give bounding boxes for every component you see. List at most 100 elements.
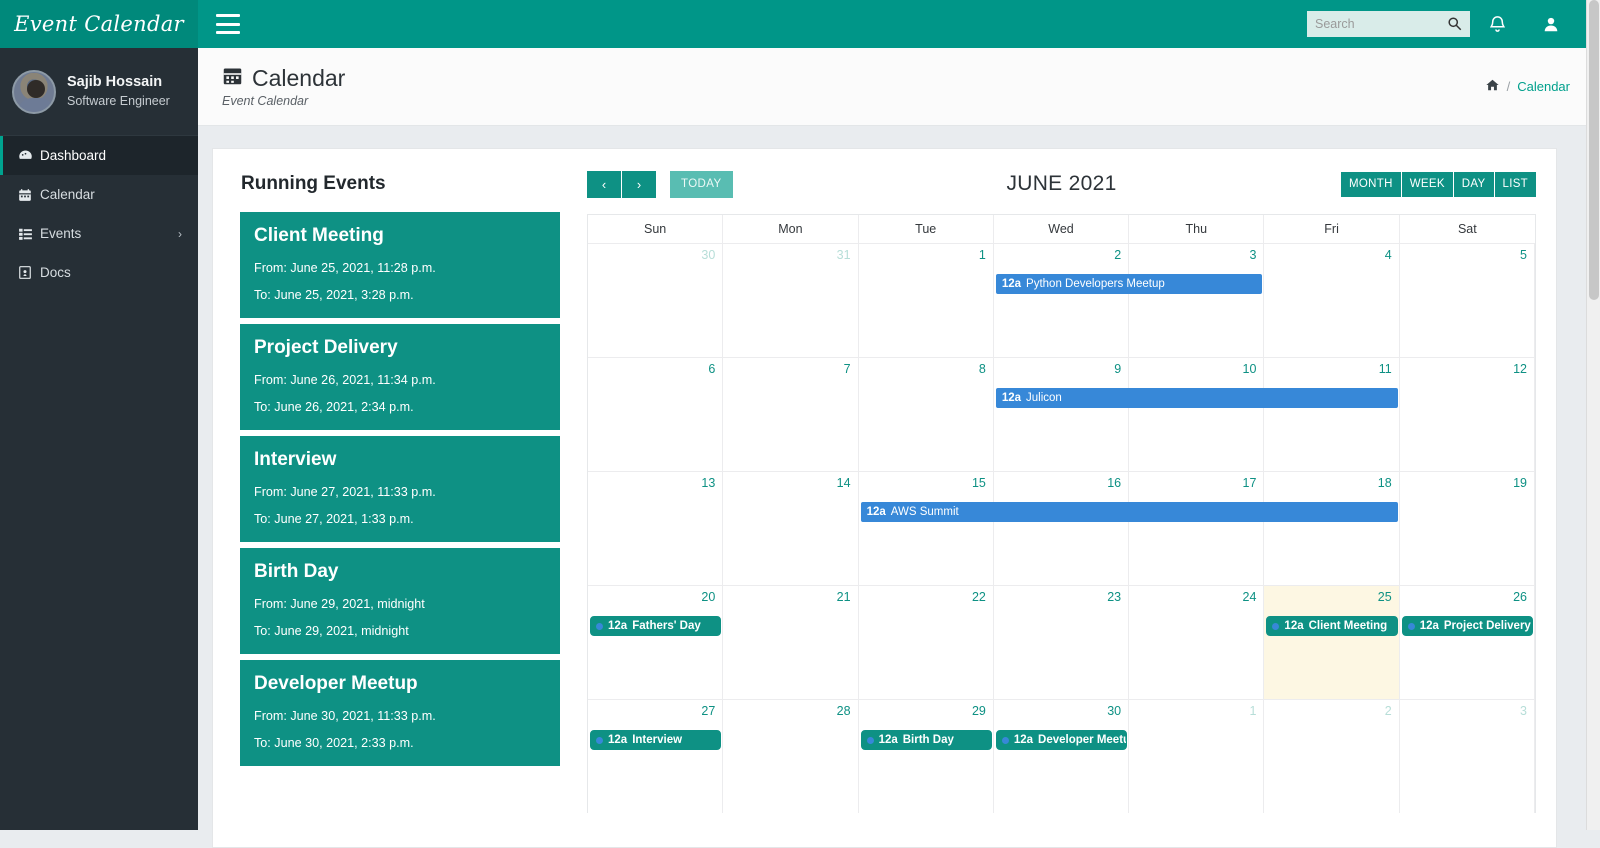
scrollbar-thumb[interactable]	[1589, 0, 1599, 300]
calendar-event-chip[interactable]: 12aJulicon	[996, 388, 1398, 408]
running-event-card[interactable]: Client MeetingFrom: June 25, 2021, 11:28…	[239, 211, 561, 319]
day-number: 29	[972, 704, 986, 718]
calendar-event-chip[interactable]: 12aDeveloper Meetup	[996, 730, 1127, 750]
running-event-card[interactable]: Developer MeetupFrom: June 30, 2021, 11:…	[239, 659, 561, 767]
search-input[interactable]	[1315, 17, 1443, 31]
user-icon[interactable]	[1524, 0, 1578, 48]
calendar-day-cell[interactable]: 18	[1264, 472, 1399, 585]
running-event-card[interactable]: Project DeliveryFrom: June 26, 2021, 11:…	[239, 323, 561, 431]
day-number: 9	[1114, 362, 1121, 376]
weekday-header: Sat	[1400, 215, 1535, 243]
calendar-day-cell[interactable]: 6	[588, 358, 723, 471]
calendar-event-chip[interactable]: 12aBirth Day	[861, 730, 992, 750]
brand-logo[interactable]: Event Calendar	[0, 0, 198, 48]
calendar-week-row: 2728293012312aInterview12aBirth Day12aDe…	[588, 699, 1535, 813]
sidebar-item-docs[interactable]: Docs	[0, 253, 198, 292]
calendar-day-cell[interactable]: 11	[1264, 358, 1399, 471]
calendar-day-cell[interactable]: 19	[1400, 472, 1535, 585]
avatar	[12, 70, 56, 114]
prev-month-button[interactable]: ‹	[587, 171, 621, 198]
event-title: Python Developers Meetup	[1026, 278, 1165, 290]
calendar-icon	[222, 65, 243, 92]
calendar-week-row: 2021222324252612aFathers' Day12aClient M…	[588, 585, 1535, 699]
event-title: Client Meeting	[1309, 620, 1388, 632]
calendar-day-cell[interactable]: 10	[1129, 358, 1264, 471]
page-scrollbar[interactable]	[1586, 0, 1600, 830]
event-time: 12a	[1014, 734, 1033, 746]
calendar-event-chip[interactable]: 12aFathers' Day	[590, 616, 721, 636]
calendar-day-cell[interactable]: 3	[1400, 700, 1535, 813]
sidebar-item-label: Dashboard	[40, 148, 106, 163]
home-icon[interactable]	[1485, 78, 1500, 95]
event-time: 12a	[608, 620, 627, 632]
running-event-to: To: June 27, 2021, 1:33 p.m.	[254, 510, 546, 528]
calendar-day-cell[interactable]: 21	[723, 586, 858, 699]
sidebar-item-dashboard[interactable]: Dashboard	[0, 136, 198, 175]
calendar-day-cell[interactable]: 25	[1264, 586, 1399, 699]
calendar-day-cell[interactable]: 20	[588, 586, 723, 699]
search-icon[interactable]	[1447, 16, 1462, 36]
calendar-weeks: 30311234512aPython Developers Meetup6789…	[588, 243, 1535, 813]
view-button-day[interactable]: DAY	[1454, 172, 1495, 197]
profile-role: Software Engineer	[67, 92, 170, 111]
calendar-day-cell[interactable]: 2	[1264, 700, 1399, 813]
calendar-day-cell[interactable]: 3	[1129, 244, 1264, 357]
search-box[interactable]	[1307, 11, 1470, 37]
calendar-day-cell[interactable]: 4	[1264, 244, 1399, 357]
event-title: Julicon	[1026, 392, 1062, 404]
calendar-event-chip[interactable]: 12a Python Developers Meetup	[996, 274, 1263, 294]
calendar-event-chip[interactable]: 12aInterview	[590, 730, 721, 750]
sidebar-item-calendar[interactable]: Calendar	[0, 175, 198, 214]
day-number: 17	[1243, 476, 1257, 490]
calendar-day-cell[interactable]: 29	[859, 700, 994, 813]
sidebar-item-events[interactable]: Events ›	[0, 214, 198, 253]
view-button-week[interactable]: WEEK	[1402, 172, 1454, 197]
calendar-day-cell[interactable]: 2	[994, 244, 1129, 357]
running-event-card[interactable]: Birth DayFrom: June 29, 2021, midnightTo…	[239, 547, 561, 655]
calendar-day-cell[interactable]: 8	[859, 358, 994, 471]
calendar-week-row: 13 14 15 16 17 181912aAWS Summit	[588, 471, 1535, 585]
calendar-day-cell[interactable]: 23	[994, 586, 1129, 699]
today-button[interactable]: TODAY	[670, 171, 733, 198]
weekday-header: Fri	[1264, 215, 1399, 243]
calendar-day-cell[interactable]: 9	[994, 358, 1129, 471]
breadcrumb-current[interactable]: Calendar	[1517, 79, 1570, 94]
day-number: 3	[1520, 704, 1527, 718]
calendar-day-cell[interactable]: 30	[994, 700, 1129, 813]
calendar-day-cell[interactable]: 12	[1400, 358, 1535, 471]
running-event-to: To: June 26, 2021, 2:34 p.m.	[254, 398, 546, 416]
calendar-day-cell[interactable]: 31	[723, 244, 858, 357]
calendar-day-cell[interactable]: 14	[723, 472, 858, 585]
calendar-day-cell[interactable]: 30	[588, 244, 723, 357]
calendar-event-chip[interactable]: 12aAWS Summit	[861, 502, 1398, 522]
calendar-day-cell[interactable]: 24	[1129, 586, 1264, 699]
calendar-day-cell[interactable]: 1	[859, 244, 994, 357]
calendar-grid: SunMonTueWedThuFriSat 30311234512aPython…	[587, 214, 1536, 813]
calendar-week-row: 678 9 10111212aJulicon	[588, 357, 1535, 471]
calendar-event-chip[interactable]: 12aProject Delivery	[1402, 616, 1533, 636]
calendar-day-cell[interactable]: 7	[723, 358, 858, 471]
view-button-list[interactable]: LIST	[1495, 172, 1537, 197]
calendar-day-cell[interactable]: 26	[1400, 586, 1535, 699]
calendar-day-cell[interactable]: 16	[994, 472, 1129, 585]
calendar-event-chip[interactable]: 12aClient Meeting	[1266, 616, 1397, 636]
calendar-panel: Running Events Client MeetingFrom: June …	[212, 148, 1557, 848]
calendar-day-cell[interactable]: 1	[1129, 700, 1264, 813]
calendar-day-cell[interactable]: 28	[723, 700, 858, 813]
next-month-button[interactable]: ›	[622, 171, 656, 198]
bell-icon[interactable]	[1470, 0, 1524, 48]
day-number: 15	[972, 476, 986, 490]
weekday-header: Sun	[588, 215, 723, 243]
day-number: 13	[701, 476, 715, 490]
calendar-day-cell[interactable]: 22	[859, 586, 994, 699]
calendar-day-cell[interactable]: 27	[588, 700, 723, 813]
running-event-card[interactable]: InterviewFrom: June 27, 2021, 11:33 p.m.…	[239, 435, 561, 543]
event-time: 12a	[1002, 278, 1021, 290]
calendar-day-cell[interactable]: 15	[859, 472, 994, 585]
calendar-day-cell[interactable]: 13	[588, 472, 723, 585]
view-button-month[interactable]: MONTH	[1341, 172, 1402, 197]
calendar-day-cell[interactable]: 17	[1129, 472, 1264, 585]
hamburger-icon[interactable]	[216, 14, 240, 34]
event-title: Interview	[632, 734, 682, 746]
calendar-day-cell[interactable]: 5	[1400, 244, 1535, 357]
